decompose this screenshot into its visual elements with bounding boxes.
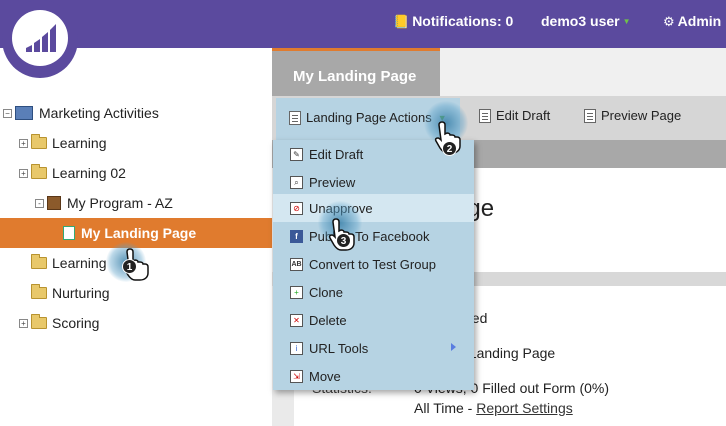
tree-item-my-program[interactable]: - My Program - AZ	[35, 188, 173, 218]
gear-icon: ⚙	[663, 14, 675, 29]
url-tools-icon: i	[290, 341, 303, 355]
user-menu[interactable]: demo3 user ▼	[541, 13, 631, 29]
tree-item-learning-2[interactable]: Learning	[31, 248, 107, 278]
expand-icon[interactable]: +	[19, 138, 28, 148]
tree-item-my-landing-page[interactable]: My Landing Page	[0, 218, 272, 248]
menu-item-preview[interactable]: ⌕ Preview	[273, 168, 474, 196]
expand-icon[interactable]: +	[19, 318, 28, 328]
submenu-arrow-icon	[451, 343, 456, 351]
folder-icon	[31, 314, 47, 329]
preview-icon	[584, 108, 596, 123]
tab-my-landing-page[interactable]: My Landing Page	[272, 48, 440, 96]
menu-item-convert-to-test-group[interactable]: AB Convert to Test Group	[273, 250, 474, 278]
step-badge-3: 3	[336, 233, 351, 248]
program-icon	[47, 196, 61, 210]
notifications-link[interactable]: 📒 Notifications: 0	[393, 13, 513, 30]
actions-icon	[289, 110, 301, 125]
landing-page-actions-menu: ✎Edit Draft ⌕Preview ⊘Unapprove fPublish…	[273, 140, 474, 390]
collapse-icon[interactable]: −	[3, 108, 12, 118]
tree-item-learning-02[interactable]: + Learning 02	[19, 158, 126, 188]
edit-icon	[479, 108, 491, 123]
unapprove-icon: ⊘	[290, 201, 303, 215]
marketo-logo[interactable]	[2, 0, 78, 78]
menu-item-move[interactable]: ⇲ Move	[273, 362, 474, 390]
preview-page-button[interactable]: Preview Page	[584, 108, 681, 123]
report-line: All Time - Report Settings	[414, 400, 573, 416]
tree-item-nurturing[interactable]: Nurturing	[31, 278, 110, 308]
facebook-icon: f	[290, 229, 303, 243]
expand-icon[interactable]: +	[19, 168, 28, 178]
step-badge-2: 2	[442, 141, 457, 156]
report-settings-link[interactable]: Report Settings	[476, 400, 573, 416]
menu-item-clone[interactable]: + Clone	[273, 278, 474, 306]
menu-item-delete[interactable]: ✕ Delete	[273, 306, 474, 334]
preview-icon: ⌕	[290, 175, 303, 189]
menu-item-publish-to-facebook[interactable]: f Publish To Facebook	[273, 222, 474, 250]
chevron-down-icon: ▼	[622, 17, 631, 26]
activities-icon	[15, 106, 33, 120]
edit-icon: ✎	[290, 147, 303, 161]
step-badge-1: 1	[122, 259, 137, 274]
notification-note-icon: 📒	[393, 14, 410, 29]
tree-root[interactable]: − Marketing Activities	[3, 98, 159, 128]
delete-icon: ✕	[290, 313, 303, 327]
ab-test-icon: AB	[290, 257, 303, 271]
clone-icon: +	[290, 285, 303, 299]
admin-link[interactable]: ⚙ Admin	[663, 13, 721, 30]
folder-icon	[31, 254, 47, 269]
folder-icon	[31, 134, 47, 149]
menu-item-unapprove[interactable]: ⊘Unapprove	[273, 194, 474, 222]
collapse-icon[interactable]: -	[35, 198, 44, 208]
landing-page-icon	[63, 226, 75, 240]
tree-item-scoring[interactable]: + Scoring	[19, 308, 99, 338]
move-icon: ⇲	[290, 369, 303, 383]
edit-draft-button[interactable]: Edit Draft	[479, 108, 550, 123]
folder-icon	[31, 284, 47, 299]
folder-icon	[31, 164, 47, 179]
menu-item-url-tools[interactable]: i URL Tools	[273, 334, 474, 362]
tree-item-learning[interactable]: + Learning	[19, 128, 107, 158]
